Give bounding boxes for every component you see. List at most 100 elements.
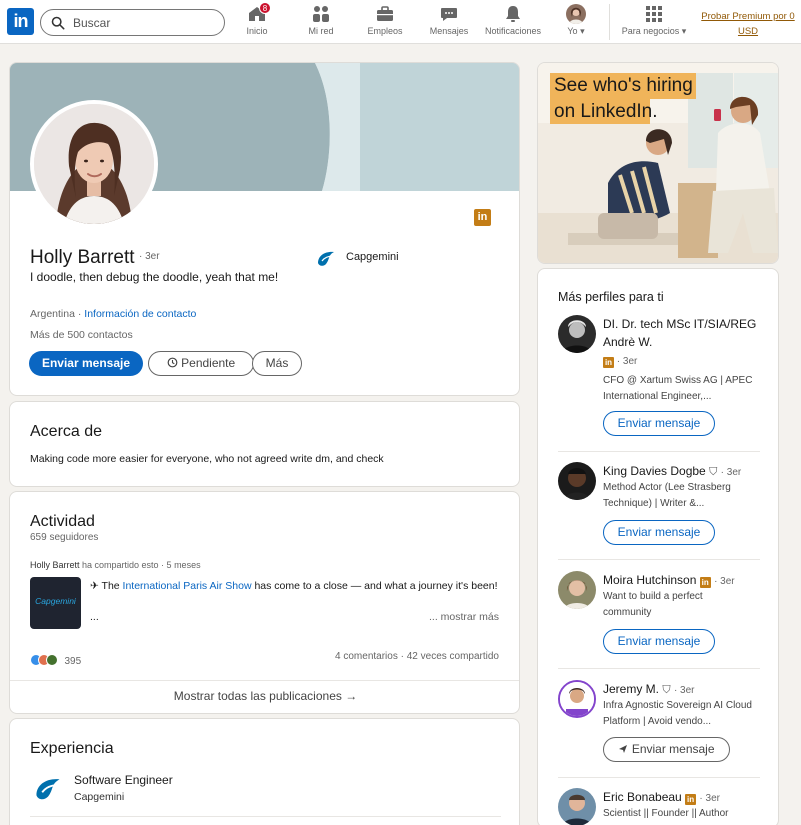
profile-photo[interactable] (30, 100, 158, 228)
pending-label: Pendiente (181, 356, 236, 370)
separator-dot: · (74, 308, 85, 320)
chat-icon (439, 4, 459, 24)
profile-suggestion: King Davies Dogbe ⛉ · 3er Method Actor (… (558, 462, 760, 562)
search-input[interactable] (73, 13, 213, 33)
notification-badge: 8 (259, 2, 271, 14)
post-author[interactable]: Holly Barrett (30, 560, 80, 570)
avatar (566, 4, 586, 24)
nav-home[interactable]: 8 Inicio (244, 2, 271, 42)
premium-link[interactable]: Probar Premium por 0 USD (698, 9, 798, 39)
job-company: Capgemini (74, 791, 125, 803)
connections-count: Más de 500 contactos (30, 329, 133, 341)
send-message-button[interactable]: Enviar mensaje (29, 351, 143, 376)
profile-suggestion: Moira Hutchinson in · 3er Want to build … (558, 571, 760, 671)
pending-button[interactable]: Pendiente (148, 351, 254, 376)
profile-suggestion: Eric Bonabeau in · 3er Scientist || Foun… (558, 788, 760, 825)
nav-messaging[interactable]: Mensajes (428, 4, 470, 42)
connection-degree: · 3er (138, 251, 160, 262)
profile-suggestion: Jeremy M. ⛉ · 3er Infra Agnostic Soverei… (558, 680, 760, 780)
ad-headline-2: on LinkedIn. (554, 101, 658, 122)
connection-degree: · 3er (673, 685, 695, 696)
divider (558, 777, 760, 778)
divider (558, 559, 760, 560)
reaction-icons[interactable] (30, 654, 60, 666)
activity-card: Actividad 659 seguidores Holly Barrett h… (9, 491, 520, 714)
suggestion-headline: Want to build a perfect community (603, 591, 703, 618)
show-all-posts-button[interactable]: Mostrar todas las publicaciones → (10, 689, 519, 703)
capgemini-logo[interactable] (316, 249, 338, 267)
comments-shares[interactable]: 4 comentarios · 42 veces compartido (335, 651, 499, 662)
divider (558, 668, 760, 669)
nav-network[interactable]: Mi red (305, 4, 337, 42)
post-thumbnail[interactable]: Capgemini (30, 577, 81, 629)
about-text: Making code more easier for everyone, wh… (30, 453, 384, 465)
experience-title: Experiencia (30, 740, 114, 757)
avatar[interactable] (558, 571, 596, 609)
send-icon (618, 739, 628, 753)
profile-suggestion: DI. Dr. tech MSc IT/SIA/REG Andrè W. in … (558, 315, 760, 439)
suggestion-name[interactable]: Eric Bonabeau (603, 790, 682, 804)
suggestion-name[interactable]: Moira Hutchinson (603, 573, 696, 587)
caret-down-icon: ▾ (580, 26, 585, 36)
post-link[interactable]: International Paris Air Show (123, 580, 252, 592)
job-title[interactable]: Software Engineer (74, 773, 173, 787)
nav-label: Inicio (246, 26, 268, 36)
more-button[interactable]: Más (252, 351, 302, 376)
clock-icon (167, 353, 178, 368)
thumbnail-text: Capgemini (35, 596, 76, 606)
linkedin-logo[interactable]: in (7, 8, 34, 35)
nav-notifications[interactable]: Notificaciones (482, 4, 544, 42)
suggestion-name[interactable]: Jeremy M. (603, 682, 659, 696)
ad-headline-1: See who's hiring (554, 75, 693, 96)
hiring-ad[interactable]: See who's hiring on LinkedIn. (537, 62, 779, 264)
bell-icon (503, 4, 523, 24)
experience-card: Experiencia Software Engineer Capgemini (9, 718, 520, 825)
caret-down-icon: ▾ (681, 26, 687, 36)
capgemini-logo[interactable] (33, 775, 63, 801)
avatar[interactable] (558, 462, 596, 500)
followers-count: 659 seguidores (30, 532, 99, 543)
about-card: Acerca de Making code more easier for ev… (9, 401, 520, 487)
send-message-button[interactable]: Enviar mensaje (603, 411, 715, 436)
celebrate-icon (46, 654, 58, 666)
see-more-link[interactable]: ... mostrar más (429, 611, 499, 623)
nav-label: Mensajes (429, 26, 469, 36)
avatar[interactable] (558, 680, 596, 718)
profile-card: in Holly Barrett · 3er I doodle, then de… (9, 62, 520, 396)
current-company[interactable]: Capgemini (346, 251, 399, 263)
grid-icon (644, 4, 664, 24)
profile-headline: I doodle, then debug the doodle, yeah th… (30, 270, 279, 284)
suggestion-name[interactable]: DI. Dr. tech MSc IT/SIA/REG Andrè W. (603, 315, 763, 351)
nav-jobs[interactable]: Empleos (366, 4, 404, 42)
divider (10, 680, 519, 681)
avatar[interactable] (558, 315, 596, 353)
divider (558, 451, 760, 452)
suggestion-headline: Infra Agnostic Sovereign AI Cloud Platfo… (603, 700, 752, 727)
nav-label: Notificaciones (484, 26, 542, 36)
suggestion-headline: CFO @ Xartum Swiss AG | APEC Internation… (603, 375, 753, 402)
about-title: Acerca de (30, 423, 103, 440)
linkedin-premium-icon: in (603, 357, 614, 368)
nav-label: Mi red (308, 26, 334, 36)
avatar[interactable] (558, 788, 596, 825)
connection-degree: · 3er (699, 793, 720, 804)
suggestion-name[interactable]: King Davies Dogbe (603, 464, 706, 478)
send-message-button[interactable]: Enviar mensaje (603, 520, 715, 545)
verified-icon: ⛉ (662, 684, 671, 696)
post-text[interactable]: ✈ The International Paris Air Show has c… (90, 578, 504, 594)
suggestion-headline: Scientist || Founder || Author (603, 808, 729, 819)
post-ellipsis: ... (90, 611, 99, 623)
nav-me[interactable]: Yo ▾ (563, 4, 589, 42)
connection-degree: · 3er (720, 467, 742, 478)
send-message-button[interactable]: Enviar mensaje (603, 737, 730, 762)
nav-divider (609, 4, 610, 40)
top-nav: in 8 Inicio Mi red Empleos Mensajes Noti… (0, 0, 801, 44)
connection-degree: · 3er (616, 356, 638, 367)
send-message-button[interactable]: Enviar mensaje (603, 629, 715, 654)
nav-business[interactable]: Para negocios ▾ (619, 4, 689, 42)
nav-label: Empleos (367, 26, 403, 36)
profile-name: Holly Barrett (30, 247, 135, 268)
reactions-count: 395 (64, 656, 82, 667)
search-box[interactable] (40, 9, 225, 36)
contact-info-link[interactable]: Información de contacto (84, 308, 196, 320)
